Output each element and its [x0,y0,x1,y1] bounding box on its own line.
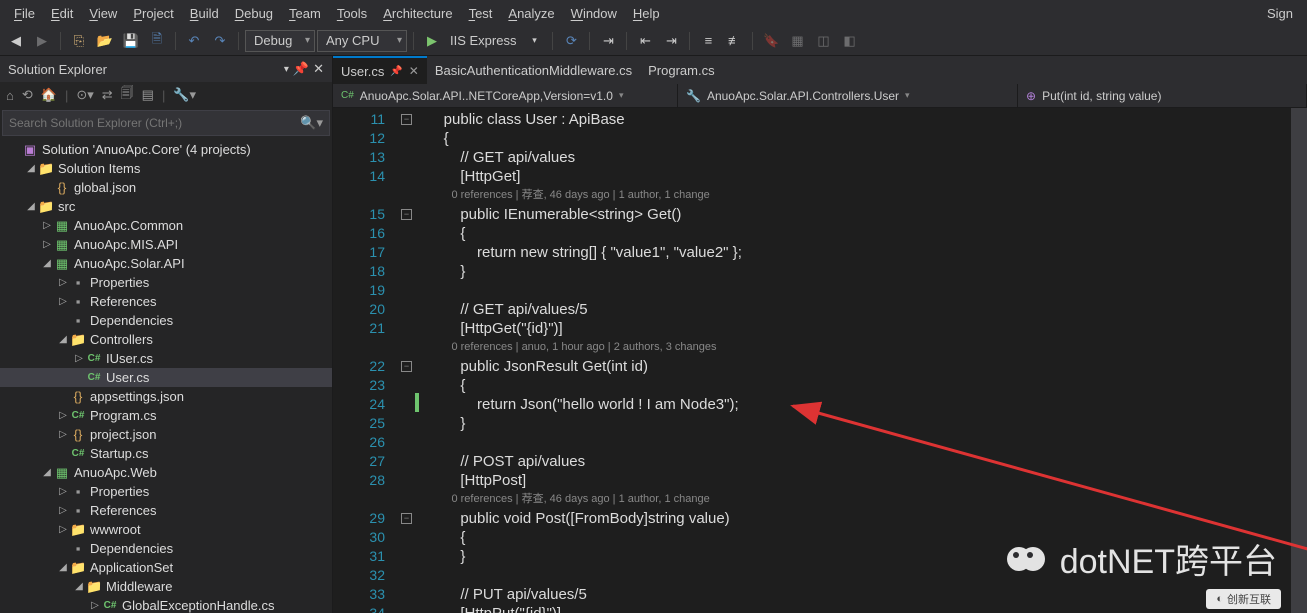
nav-member-combo[interactable]: ⊕ Put(int id, string value) [1018,84,1307,107]
nav-class-combo[interactable]: 🔧 AnuoApc.Solar.API.Controllers.User ▾ [678,84,1018,107]
misc2-icon[interactable]: ◫ [811,29,835,53]
tree-item[interactable]: C#User.cs [0,368,332,387]
menu-analyze[interactable]: Analyze [500,3,562,24]
new-project-icon[interactable]: ⎘ [67,29,91,53]
indent-icon[interactable]: ⇥ [659,29,683,53]
nav-project-combo[interactable]: C# AnuoApc.Solar.API..NETCoreApp,Version… [333,84,678,107]
menu-tools[interactable]: Tools [329,3,375,24]
outdent-icon[interactable]: ⇤ [633,29,657,53]
run-label[interactable]: IIS Express [450,33,516,48]
show-all-icon[interactable]: 🏠 [41,87,57,103]
tree-item[interactable]: ▪Dependencies [0,311,332,330]
misc-icon[interactable]: ▦ [785,29,809,53]
sync-icon[interactable]: ⟲ [22,87,33,103]
menu-edit[interactable]: Edit [43,3,81,24]
menu-window[interactable]: Window [563,3,625,24]
menu-architecture[interactable]: Architecture [375,3,460,24]
panel-toolbar: ⌂ ⟲ 🏠 | ⊙▾ ⇄ 🗐 ▤ | 🔧▾ [0,82,332,108]
tree-item[interactable]: ◢📁Middleware [0,577,332,596]
step-icon[interactable]: ⇥ [596,29,620,53]
tree-item[interactable]: ▷C#GlobalExceptionHandle.cs [0,596,332,613]
watermark-badge: ◐创新互联 [1206,589,1281,609]
tree-item[interactable]: ▷▦AnuoApc.MIS.API [0,235,332,254]
panel-header: Solution Explorer ▾ 📌 ✕ [0,56,332,82]
nav-back-icon[interactable]: ◀ [4,29,28,53]
solution-explorer: Solution Explorer ▾ 📌 ✕ ⌂ ⟲ 🏠 | ⊙▾ ⇄ 🗐 ▤… [0,56,333,613]
menu-file[interactable]: File [6,3,43,24]
tree-item[interactable]: ◢📁Solution Items [0,159,332,178]
sign-in-link[interactable]: Sign [1259,3,1301,24]
menu-view[interactable]: View [81,3,125,24]
preview-icon[interactable]: 🗐 [121,84,134,106]
undo-icon[interactable]: ↶ [182,29,206,53]
search-input[interactable] [9,116,300,130]
menu-bar: FileEditViewProjectBuildDebugTeamToolsAr… [0,0,1307,26]
tab-User.cs[interactable]: User.cs📌✕ [333,56,427,84]
tree-item[interactable]: ▷C#Program.cs [0,406,332,425]
solution-tree[interactable]: ▣Solution 'AnuoApc.Core' (4 projects)◢📁S… [0,138,332,613]
search-icon[interactable]: 🔍▾ [300,115,323,131]
menu-team[interactable]: Team [281,3,329,24]
tree-item[interactable]: ▪Dependencies [0,539,332,558]
wrench-icon[interactable]: 🔧▾ [173,87,196,103]
line-gutter: 11121314 15161718192021 22232425262728 2… [333,108,403,613]
home-icon[interactable]: ⌂ [6,88,14,103]
menu-test[interactable]: Test [461,3,501,24]
tree-item[interactable]: ▷C#IUser.cs [0,349,332,368]
nav-fwd-icon[interactable]: ▶ [30,29,54,53]
run-button[interactable]: ▶ [420,29,444,53]
platform-combo[interactable]: Any CPU [317,30,407,52]
panel-menu-icon[interactable]: ▾ [284,64,289,75]
tree-item[interactable]: ◢📁Controllers [0,330,332,349]
tree-item[interactable]: C#Startup.cs [0,444,332,463]
browser-link-icon[interactable]: ⟳ [559,29,583,53]
watermark: dotNET跨平台 [1004,534,1277,583]
toolbar: ◀ ▶ ⎘ 📂 💾 🗎 ↶ ↷ Debug Any CPU ▶ IIS Expr… [0,26,1307,56]
editor-area: User.cs📌✕BasicAuthenticationMiddleware.c… [333,56,1307,613]
tree-item[interactable]: ▷▪References [0,501,332,520]
nav-bar: C# AnuoApc.Solar.API..NETCoreApp,Version… [333,84,1307,108]
save-all-icon[interactable]: 🗎 [145,29,169,53]
tree-item[interactable]: ◢📁ApplicationSet [0,558,332,577]
search-box[interactable]: 🔍▾ [2,110,330,136]
tree-item[interactable]: ▷▪Properties [0,273,332,292]
comment-icon[interactable]: ≡ [696,29,720,53]
open-icon[interactable]: 📂 [93,29,117,53]
tree-item[interactable]: ▷{}project.json [0,425,332,444]
editor-tabs: User.cs📌✕BasicAuthenticationMiddleware.c… [333,56,1307,84]
close-icon[interactable]: ✕ [313,61,324,77]
tree-item[interactable]: ▷▪Properties [0,482,332,501]
tree-item[interactable]: {}global.json [0,178,332,197]
refresh-icon[interactable]: ⊙▾ [76,87,93,103]
menu-project[interactable]: Project [125,3,181,24]
tree-item[interactable]: ◢▦AnuoApc.Solar.API [0,254,332,273]
config-combo[interactable]: Debug [245,30,315,52]
tree-item[interactable]: ▷▪References [0,292,332,311]
misc3-icon[interactable]: ◧ [837,29,861,53]
tab-Program.cs[interactable]: Program.cs [640,56,722,84]
tree-item[interactable]: ▷▦AnuoApc.Common [0,216,332,235]
collapse-icon[interactable]: ⇄ [102,87,113,103]
scrollbar[interactable] [1291,108,1307,613]
menu-build[interactable]: Build [182,3,227,24]
save-icon[interactable]: 💾 [119,29,143,53]
properties-icon[interactable]: ▤ [142,87,154,103]
tree-item[interactable]: ▣Solution 'AnuoApc.Core' (4 projects) [0,140,332,159]
uncomment-icon[interactable]: ≢ [722,29,746,53]
redo-icon[interactable]: ↷ [208,29,232,53]
menu-help[interactable]: Help [625,3,668,24]
tab-BasicAuthenticationMiddleware.cs[interactable]: BasicAuthenticationMiddleware.cs [427,56,640,84]
pin-icon[interactable]: 📌 [293,61,309,77]
tree-item[interactable]: ◢📁src [0,197,332,216]
menu-debug[interactable]: Debug [227,3,281,24]
bookmark-icon[interactable]: 🔖 [759,29,783,53]
tree-item[interactable]: {}appsettings.json [0,387,332,406]
run-dropdown-icon[interactable]: ▾ [522,29,546,53]
tree-item[interactable]: ▷📁wwwroot [0,520,332,539]
tree-item[interactable]: ◢▦AnuoApc.Web [0,463,332,482]
panel-title-text: Solution Explorer [8,62,280,77]
